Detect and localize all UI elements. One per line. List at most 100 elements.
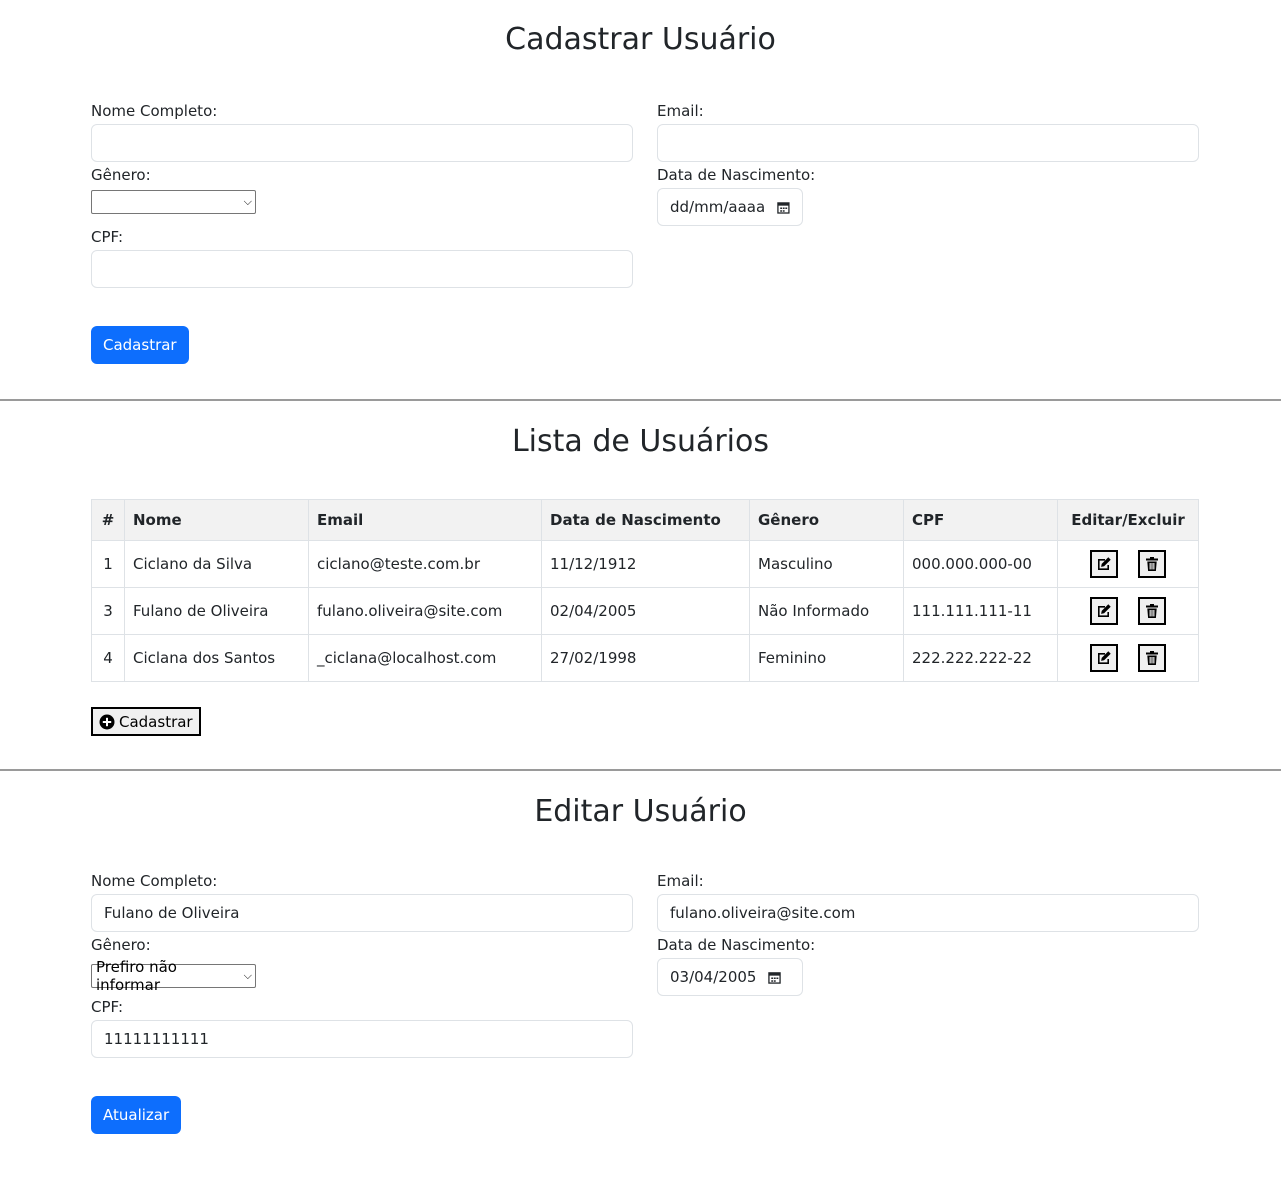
register-cpf-input[interactable] <box>91 250 633 288</box>
register-right-column: Email: Data de Nascimento: dd/mm/aaaa <box>657 102 1199 292</box>
table-row: 1 Ciclano da Silva ciclano@teste.com.br … <box>91 540 1199 588</box>
register-birth-input[interactable]: dd/mm/aaaa <box>657 188 803 226</box>
calendar-icon[interactable] <box>768 971 782 984</box>
column-header-name: Nome <box>124 499 309 541</box>
edit-actions: Atualizar <box>91 1096 1281 1134</box>
edit-cpf-label: CPF: <box>91 998 124 1016</box>
edit-cpf-input[interactable]: 11111111111 <box>91 1020 633 1058</box>
users-table: # Nome Email Data de Nascimento Gênero C… <box>91 499 1199 682</box>
register-form: Nome Completo: Gênero: ⌵ CPF: Email: Dat… <box>91 102 1199 292</box>
row-cpf: 222.222.222-22 <box>903 634 1058 682</box>
delete-button[interactable] <box>1138 644 1167 672</box>
row-actions <box>1057 634 1199 682</box>
table-header-row: # Nome Email Data de Nascimento Gênero C… <box>91 499 1199 541</box>
column-header-email: Email <box>308 499 542 541</box>
row-gender: Feminino <box>749 634 904 682</box>
row-email: fulano.oliveira@site.com <box>308 587 542 635</box>
users-table-body: 1 Ciclano da Silva ciclano@teste.com.br … <box>91 540 1199 682</box>
edit-cpf-group: CPF: 11111111111 <box>91 998 633 1058</box>
edit-email-group: Email: fulano.oliveira@site.com <box>657 872 1199 932</box>
edit-button[interactable] <box>1089 597 1118 625</box>
register-name-input[interactable] <box>91 124 633 162</box>
register-section: Cadastrar Usuário Nome Completo: Gênero:… <box>0 0 1281 378</box>
register-email-input[interactable] <box>657 124 1199 162</box>
register-left-column: Nome Completo: Gênero: ⌵ CPF: <box>91 102 633 292</box>
column-header-birth: Data de Nascimento <box>541 499 750 541</box>
row-name: Ciclano da Silva <box>124 540 309 588</box>
edit-email-input[interactable]: fulano.oliveira@site.com <box>657 894 1199 932</box>
edit-section: Editar Usuário Nome Completo: Fulano de … <box>0 771 1281 1134</box>
add-user-label: Cadastrar <box>119 712 193 731</box>
edit-birth-group: Data de Nascimento: 03/04/2005 <box>657 936 1199 996</box>
register-gender-label: Gênero: <box>91 166 151 184</box>
register-title: Cadastrar Usuário <box>505 22 776 57</box>
edit-gender-group: Gênero: Prefiro não informar ⌵ <box>91 936 633 994</box>
edit-button[interactable] <box>1089 644 1118 672</box>
register-email-label: Email: <box>657 102 704 120</box>
column-header-gender: Gênero <box>749 499 904 541</box>
row-email: _ciclana@localhost.com <box>308 634 542 682</box>
edit-title: Editar Usuário <box>534 794 747 829</box>
row-cpf: 111.111.111-11 <box>903 587 1058 635</box>
row-id: 3 <box>91 587 125 635</box>
edit-right-column: Email: fulano.oliveira@site.com Data de … <box>657 872 1199 1062</box>
row-cpf: 000.000.000-00 <box>903 540 1058 588</box>
edit-name-label: Nome Completo: <box>91 872 218 890</box>
edit-left-column: Nome Completo: Fulano de Oliveira Gênero… <box>91 872 633 1062</box>
row-id: 4 <box>91 634 125 682</box>
row-gender: Masculino <box>749 540 904 588</box>
register-name-label: Nome Completo: <box>91 102 218 120</box>
delete-button[interactable] <box>1138 550 1167 578</box>
list-actions: Cadastrar <box>91 707 1281 736</box>
users-table-head: # Nome Email Data de Nascimento Gênero C… <box>91 499 1199 541</box>
column-header-id: # <box>91 499 125 541</box>
list-section: Lista de Usuários # Nome Email Data de N… <box>0 401 1281 769</box>
chevron-down-icon: ⌵ <box>243 969 252 982</box>
edit-button[interactable] <box>1089 550 1118 578</box>
row-birth: 02/04/2005 <box>541 587 750 635</box>
edit-icon <box>1097 604 1111 617</box>
update-button[interactable]: Atualizar <box>91 1096 182 1134</box>
register-gender-group: Gênero: ⌵ <box>91 166 633 224</box>
register-birth-label: Data de Nascimento: <box>657 166 816 184</box>
edit-birth-label: Data de Nascimento: <box>657 936 816 954</box>
chevron-down-icon: ⌵ <box>243 195 252 208</box>
row-gender: Não Informado <box>749 587 904 635</box>
register-name-group: Nome Completo: <box>91 102 633 162</box>
delete-button[interactable] <box>1138 597 1167 625</box>
edit-gender-select[interactable]: Prefiro não informar ⌵ <box>91 958 256 994</box>
column-header-actions: Editar/Excluir <box>1057 499 1199 541</box>
row-email: ciclano@teste.com.br <box>308 540 542 588</box>
row-birth: 27/02/1998 <box>541 634 750 682</box>
edit-icon <box>1097 651 1111 664</box>
list-title: Lista de Usuários <box>511 424 770 459</box>
edit-email-label: Email: <box>657 872 704 890</box>
row-birth: 11/12/1912 <box>541 540 750 588</box>
trash-icon <box>1146 604 1159 618</box>
register-cpf-label: CPF: <box>91 228 124 246</box>
edit-gender-value: Prefiro não informar <box>96 958 177 994</box>
edit-icon <box>1097 557 1111 570</box>
edit-form: Nome Completo: Fulano de Oliveira Gênero… <box>91 872 1199 1062</box>
register-submit-button[interactable]: Cadastrar <box>91 326 189 364</box>
edit-name-group: Nome Completo: Fulano de Oliveira <box>91 872 633 932</box>
edit-birth-input[interactable]: 03/04/2005 <box>657 958 803 996</box>
row-id: 1 <box>91 540 125 588</box>
trash-icon <box>1146 651 1159 665</box>
register-birth-group: Data de Nascimento: dd/mm/aaaa <box>657 166 1199 226</box>
add-user-button[interactable]: Cadastrar <box>91 707 201 736</box>
row-name: Fulano de Oliveira <box>124 587 309 635</box>
row-actions <box>1057 540 1199 588</box>
table-row: 4 Ciclana dos Santos _ciclana@localhost.… <box>91 634 1199 682</box>
edit-birth-value: 03/04/2005 <box>670 968 757 986</box>
register-cpf-group: CPF: <box>91 228 633 288</box>
edit-gender-label: Gênero: <box>91 936 151 954</box>
trash-icon <box>1146 557 1159 571</box>
edit-name-input[interactable]: Fulano de Oliveira <box>91 894 633 932</box>
register-email-group: Email: <box>657 102 1199 162</box>
table-row: 3 Fulano de Oliveira fulano.oliveira@sit… <box>91 587 1199 635</box>
calendar-icon[interactable] <box>777 201 790 214</box>
register-birth-placeholder: dd/mm/aaaa <box>670 198 766 216</box>
register-gender-select[interactable]: ⌵ <box>91 190 256 214</box>
plus-circle-icon <box>99 714 115 729</box>
